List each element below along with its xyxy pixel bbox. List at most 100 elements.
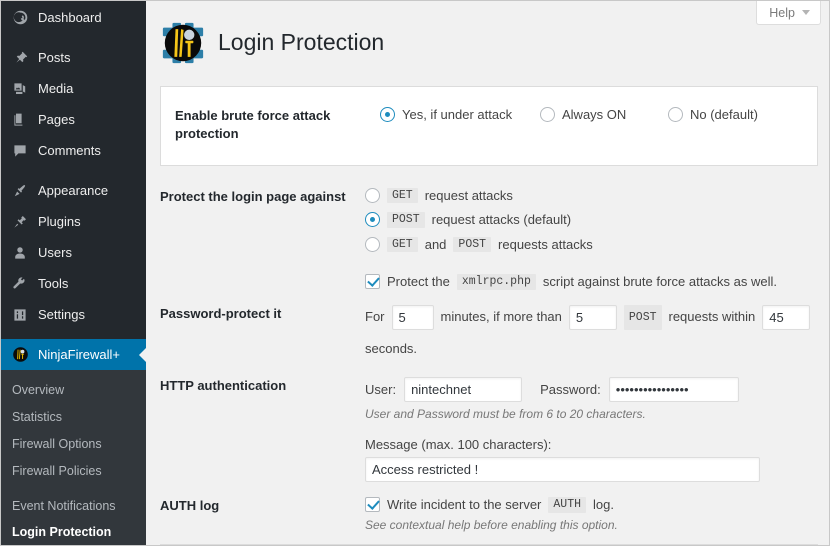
ninja-icon: [10, 345, 30, 365]
row-gap: [146, 482, 829, 497]
radio-option-always-on[interactable]: Always ON: [540, 107, 668, 123]
sidebar-item-comments[interactable]: Comments: [1, 135, 146, 166]
wordpress-admin-window: Dashboard Posts Media Pages Comments App…: [0, 0, 830, 546]
help-button[interactable]: Help: [756, 1, 821, 25]
password-input[interactable]: [608, 377, 739, 403]
ninjafirewall-submenu: Overview Statistics Firewall Options Fir…: [1, 370, 146, 545]
user-icon: [10, 243, 30, 263]
seconds-input[interactable]: [762, 304, 811, 330]
sidebar-item-users[interactable]: Users: [1, 237, 146, 268]
http-auth-row: HTTP authentication User: Password: User…: [146, 377, 829, 483]
checkbox-xmlrpc-protect[interactable]: Protect the xmlrpc.php script against br…: [365, 274, 818, 290]
radio-icon[interactable]: [365, 187, 380, 203]
sidebar-item-label: Media: [38, 81, 74, 96]
auth-log-text-before: Write incident to the server: [387, 497, 542, 513]
password-label: Password:: [540, 382, 601, 398]
http-auth-controls: User: Password: User and Password must b…: [365, 377, 818, 483]
sidebar-separator: [1, 330, 146, 339]
radio-icon[interactable]: [540, 107, 555, 123]
text-minutes-if-more-than: minutes, if more than: [440, 309, 562, 325]
chevron-down-icon: [802, 10, 810, 15]
sidebar-separator: [1, 166, 146, 175]
sidebar-item-label: NinjaFirewall+: [38, 347, 120, 362]
submenu-item-firewall-policies[interactable]: Firewall Policies: [1, 458, 146, 485]
page-header: Login Protection: [146, 1, 829, 80]
auth-code: AUTH: [548, 497, 586, 513]
auth-log-text-after: log.: [593, 497, 614, 513]
radio-icon[interactable]: [668, 107, 683, 123]
radio-icon[interactable]: [380, 107, 395, 123]
text-seconds: seconds.: [365, 341, 418, 357]
plug-icon: [10, 212, 30, 232]
enable-protection-card: Enable brute force attack protection Yes…: [160, 86, 818, 166]
submenu-item-event-notifications[interactable]: Event Notifications: [1, 493, 146, 520]
checkbox-icon[interactable]: [365, 497, 380, 513]
submenu-item-login-protection[interactable]: Login Protection: [1, 519, 146, 545]
submenu-item-firewall-options[interactable]: Firewall Options: [1, 431, 146, 458]
radio-option-get-and-post[interactable]: GET and POST requests attacks: [365, 236, 818, 252]
protect-against-row: Protect the login page against GET reque…: [146, 187, 829, 252]
http-auth-label: HTTP authentication: [160, 378, 287, 394]
section-divider: [160, 543, 818, 545]
xmlrpc-code: xmlrpc.php: [456, 274, 536, 290]
method-code-post: POST: [387, 212, 425, 228]
auth-log-hint: See contextual help before enabling this…: [365, 517, 618, 532]
enable-protection-label: Enable brute force attack protection: [175, 108, 331, 141]
sidebar-item-label: Users: [38, 245, 72, 260]
auth-log-row: AUTH log Write incident to the server AU…: [146, 497, 829, 532]
sidebar-item-media[interactable]: Media: [1, 73, 146, 104]
sidebar-item-label: Plugins: [38, 214, 81, 229]
xmlrpc-text-before: Protect the: [387, 274, 450, 290]
sidebar-item-pages[interactable]: Pages: [1, 104, 146, 135]
radio-option-get[interactable]: GET request attacks: [365, 187, 818, 203]
method-code-post: POST: [623, 304, 662, 331]
sidebar-separator: [1, 33, 146, 42]
password-protect-label: Password-protect it: [160, 305, 282, 321]
minutes-input[interactable]: [391, 304, 434, 330]
row-gap: [146, 252, 829, 274]
text-for: For: [365, 309, 385, 325]
radio-option-yes-if-under-attack[interactable]: Yes, if under attack: [380, 107, 540, 123]
radio-label: No (default): [690, 107, 758, 123]
method-code-post: POST: [453, 236, 492, 252]
user-label: User:: [365, 382, 397, 398]
sidebar-item-appearance[interactable]: Appearance: [1, 175, 146, 206]
auth-log-controls: Write incident to the server AUTH log. S…: [365, 497, 818, 532]
http-auth-hint: User and Password must be from 6 to 20 c…: [365, 407, 646, 422]
sliders-icon: [10, 305, 30, 325]
checkbox-icon[interactable]: [365, 274, 380, 290]
text-requests-within: requests within: [668, 309, 756, 325]
row-gap: [146, 290, 829, 305]
radio-option-post[interactable]: POST request attacks (default): [365, 212, 818, 228]
radio-option-no-default[interactable]: No (default): [668, 107, 758, 123]
request-count-input[interactable]: [568, 304, 617, 330]
sidebar-item-dashboard[interactable]: Dashboard: [1, 2, 146, 33]
sidebar-item-posts[interactable]: Posts: [1, 42, 146, 73]
password-protect-row: Password-protect it For minutes, if more…: [146, 304, 829, 363]
radio-icon[interactable]: [365, 212, 380, 228]
submenu-item-overview[interactable]: Overview: [1, 377, 146, 404]
enable-protection-options: Yes, if under attack Always ON No (defau…: [380, 107, 806, 142]
sidebar-item-label: Tools: [38, 276, 69, 291]
radio-label: request attacks (default): [431, 212, 572, 228]
sidebar-item-ninjafirewall[interactable]: NinjaFirewall+: [1, 339, 146, 370]
user-input[interactable]: [404, 377, 523, 403]
sidebar-item-tools[interactable]: Tools: [1, 268, 146, 299]
dashboard-icon: [10, 8, 30, 28]
help-button-label: Help: [769, 5, 795, 20]
submenu-item-statistics[interactable]: Statistics: [1, 404, 146, 431]
checkbox-auth-log[interactable]: Write incident to the server AUTH log.: [365, 497, 818, 513]
pin-icon: [10, 48, 30, 68]
message-label: Message (max. 100 characters):: [365, 437, 552, 453]
message-input[interactable]: [365, 457, 760, 483]
sidebar-item-plugins[interactable]: Plugins: [1, 206, 146, 237]
brush-icon: [10, 181, 30, 201]
page-title: Login Protection: [218, 29, 385, 56]
radio-label-mid: and: [424, 236, 447, 252]
radio-icon[interactable]: [365, 236, 380, 252]
sidebar-item-settings[interactable]: Settings: [1, 299, 146, 330]
xmlrpc-text-after: script against brute force attacks as we…: [542, 274, 777, 290]
submenu-gap: [1, 485, 146, 493]
xmlrpc-row: Protect the xmlrpc.php script against br…: [351, 274, 829, 290]
method-code-get: GET: [387, 236, 418, 252]
